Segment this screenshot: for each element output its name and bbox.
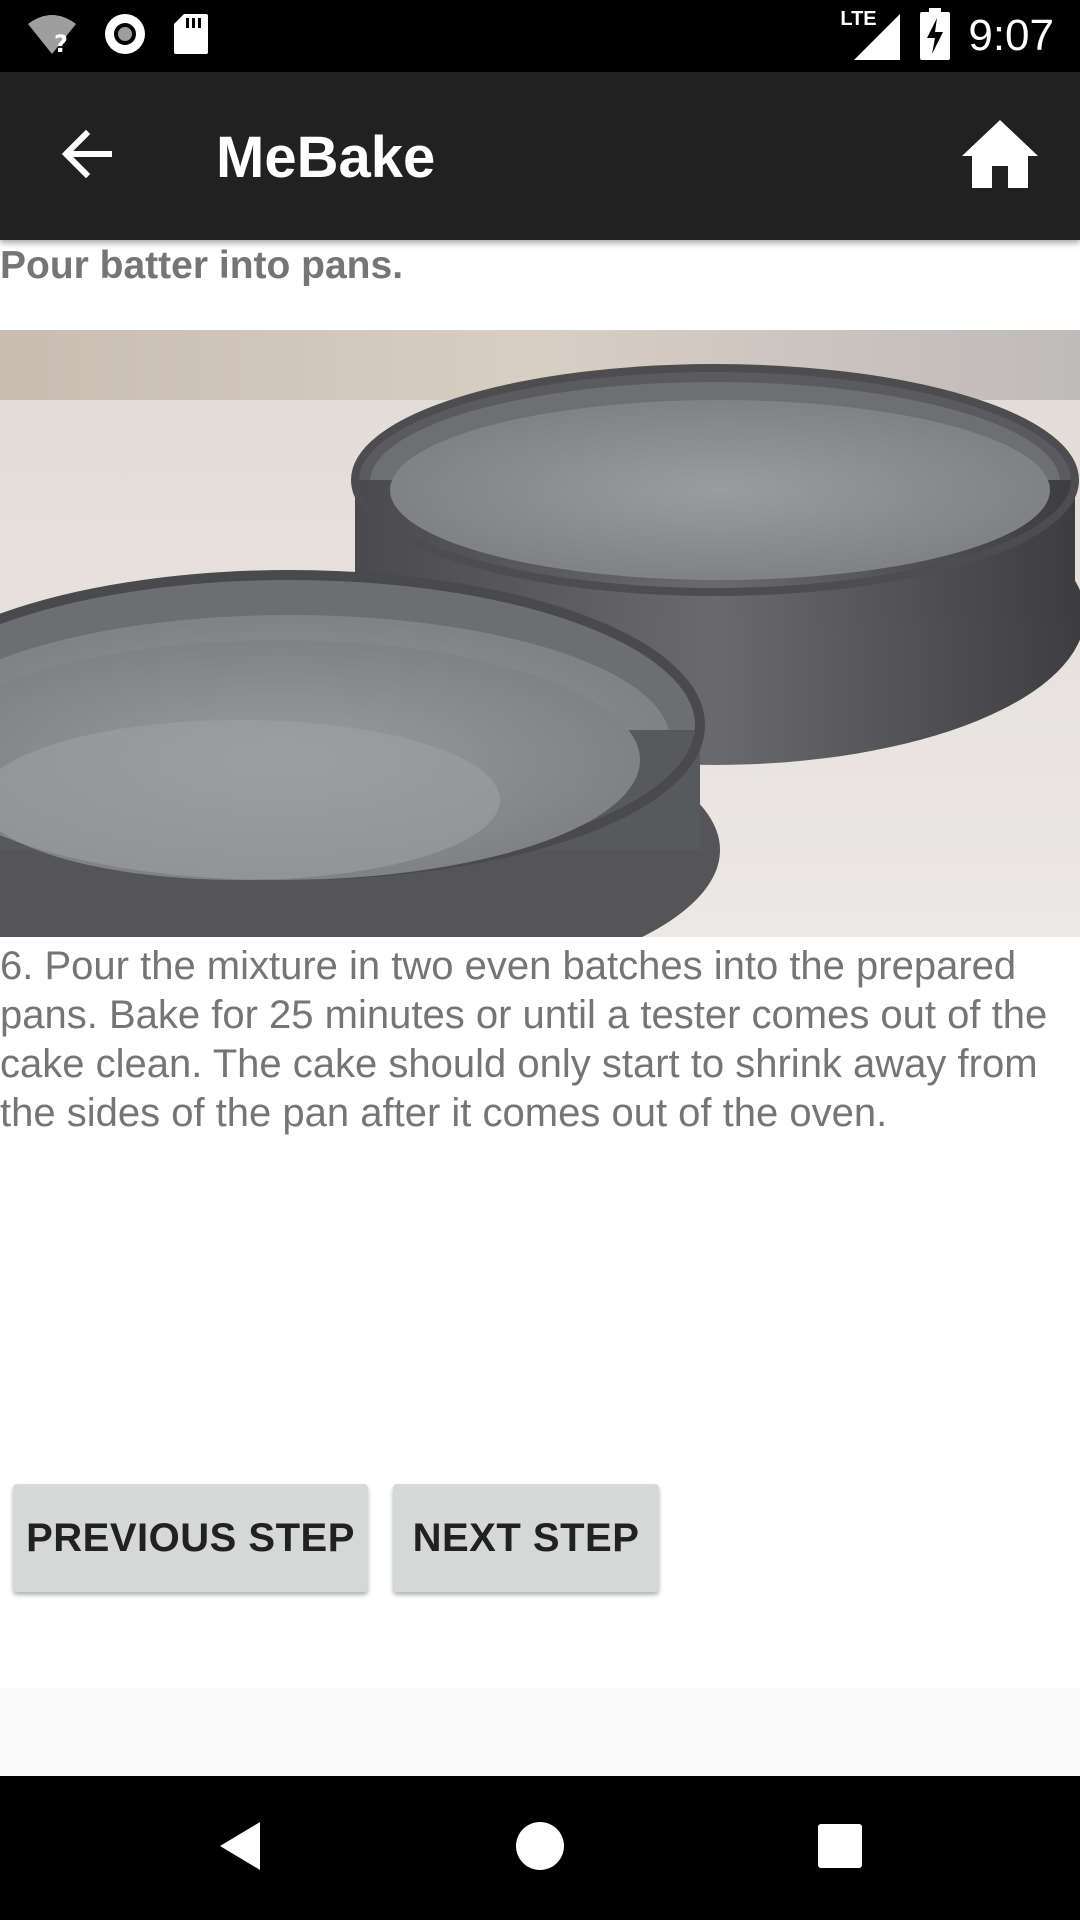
app-title: MeBake	[216, 125, 436, 190]
next-step-button[interactable]: NEXT STEP	[393, 1484, 659, 1592]
system-nav-bar	[0, 1776, 1080, 1920]
previous-step-button[interactable]: PREVIOUS STEP	[13, 1484, 368, 1592]
nav-recents-button[interactable]	[808, 1816, 872, 1880]
cake-pans-photo	[0, 330, 1080, 937]
sd-card-icon	[172, 12, 210, 61]
wifi-unknown-icon: ?	[26, 12, 78, 61]
status-time: 9:07	[968, 11, 1054, 60]
nav-back-button[interactable]	[208, 1816, 272, 1880]
record-icon	[102, 11, 148, 62]
svg-text:?: ?	[54, 30, 68, 56]
back-button[interactable]	[46, 116, 126, 196]
home-icon	[960, 118, 1040, 195]
step-description: 6. Pour the mixture in two even batches …	[0, 944, 1048, 1135]
step-title: Pour batter into pans.	[0, 244, 404, 287]
network-type-label: LTE	[840, 8, 877, 30]
nav-back-icon	[216, 1820, 264, 1877]
status-right-icons: LTE 9:07	[840, 7, 1054, 65]
bottom-strip	[0, 1688, 1080, 1776]
step-image	[0, 330, 1080, 937]
lte-signal-icon: LTE	[840, 8, 902, 62]
status-bar: ? LTE 9:07	[0, 0, 1080, 72]
app-bar: MeBake	[0, 72, 1080, 240]
nav-home-button[interactable]	[508, 1816, 572, 1880]
nav-home-icon	[514, 1820, 566, 1877]
home-button[interactable]	[954, 110, 1046, 202]
battery-charging-icon	[920, 7, 951, 65]
nav-recents-icon	[816, 1822, 864, 1875]
arrow-left-icon	[60, 129, 113, 183]
status-left-icons: ?	[26, 12, 210, 60]
